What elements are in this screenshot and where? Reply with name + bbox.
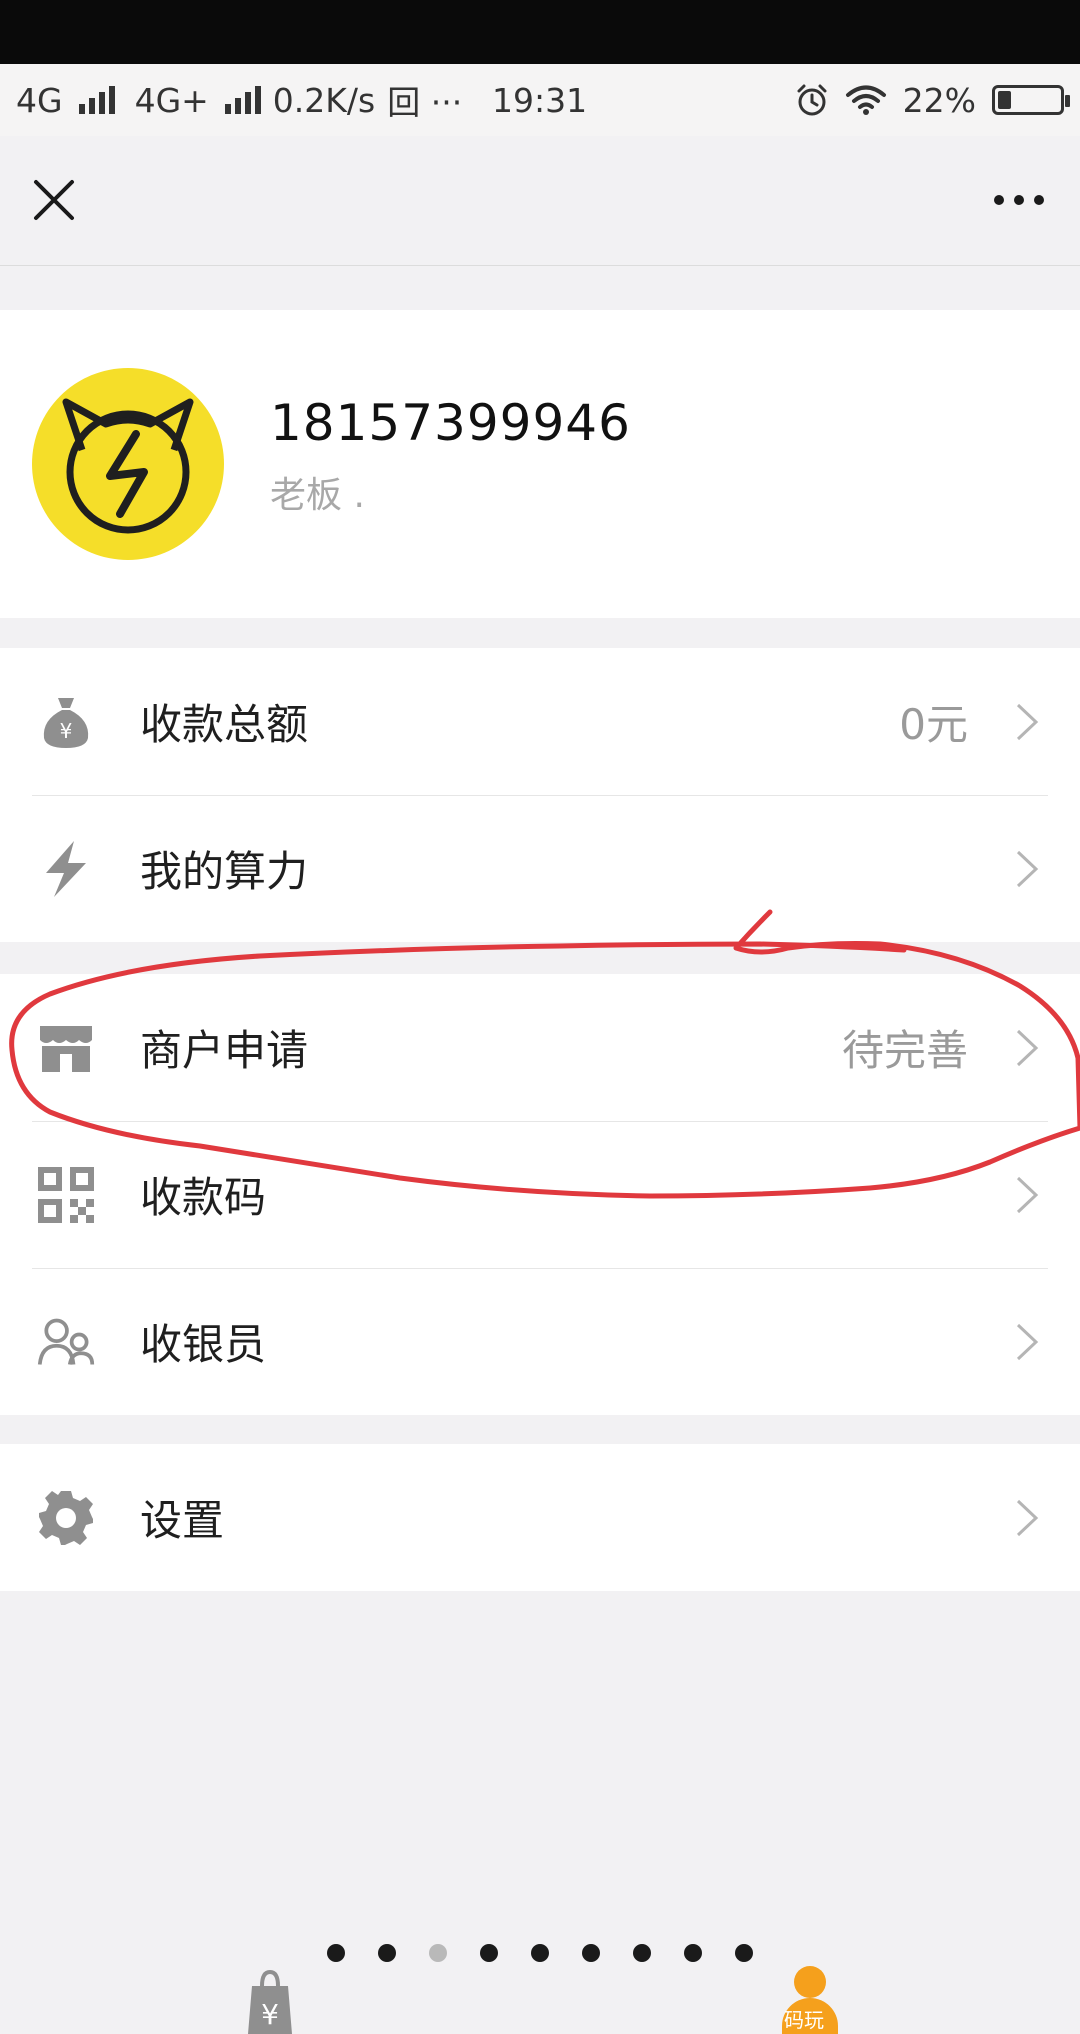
menu-label: 商户申请 xyxy=(140,1026,309,1075)
menu-label: 设置 xyxy=(140,1496,225,1545)
profile-icon-head xyxy=(794,1966,826,1998)
notification-icons: 回 ··· xyxy=(387,83,463,122)
chevron-right-icon xyxy=(1016,1176,1039,1214)
svg-text:¥: ¥ xyxy=(261,1998,279,2031)
network-2: 4G+ xyxy=(134,80,209,120)
shop-icon xyxy=(36,1018,96,1078)
menu-group-finance: ¥ 收款总额 0元 我的算力 xyxy=(0,648,1080,942)
clock: 19:31 xyxy=(492,80,588,120)
tab-payment-icon[interactable]: ¥ xyxy=(244,1968,296,2034)
menu-item-cashiers[interactable]: 收银员 xyxy=(0,1268,1080,1415)
wifi-icon xyxy=(845,85,886,115)
nav-bar xyxy=(0,136,1080,266)
user-phone: 18157399946 xyxy=(270,394,631,452)
page-indicator xyxy=(0,1944,1080,1974)
menu-group-merchant: 商户申请 待完善 收款码 收银员 xyxy=(0,974,1080,1415)
menu-item-total-receipts[interactable]: ¥ 收款总额 0元 xyxy=(0,648,1080,795)
menu-value: 0元 xyxy=(899,700,968,749)
more-icon-dot xyxy=(994,195,1004,205)
menu-item-payment-code[interactable]: 收款码 xyxy=(0,1121,1080,1268)
chevron-right-icon xyxy=(1016,703,1039,741)
menu-label: 收款码 xyxy=(140,1173,267,1222)
user-role: 老板 . xyxy=(270,475,365,516)
menu-group-settings: 设置 xyxy=(0,1444,1080,1591)
signal-icon xyxy=(78,86,115,114)
cashier-icon xyxy=(36,1312,96,1372)
avatar[interactable] xyxy=(32,368,224,560)
page-dot xyxy=(684,1944,702,1962)
tab-profile-label: 码玩 xyxy=(784,2008,824,2032)
more-icon-dot xyxy=(1014,195,1024,205)
chevron-right-icon xyxy=(1016,850,1039,888)
battery-percent: 22% xyxy=(902,80,976,120)
page-dot xyxy=(531,1944,549,1962)
gear-icon xyxy=(36,1488,96,1548)
cat-lightning-logo-icon xyxy=(62,398,194,534)
signal-icon xyxy=(224,86,261,114)
page-dot xyxy=(429,1944,447,1962)
page-dot xyxy=(378,1944,396,1962)
menu-label: 我的算力 xyxy=(140,847,309,896)
svg-text:¥: ¥ xyxy=(60,719,73,743)
top-black-bar xyxy=(0,0,1080,64)
chevron-right-icon xyxy=(1016,1499,1039,1537)
qr-code-icon xyxy=(36,1165,96,1225)
close-button[interactable] xyxy=(28,174,80,226)
alarm-icon xyxy=(797,84,827,116)
chevron-right-icon xyxy=(1016,1029,1039,1067)
menu-label: 收银员 xyxy=(140,1320,267,1369)
battery-icon xyxy=(992,85,1070,115)
menu-value: 待完善 xyxy=(841,1026,968,1075)
tab-profile[interactable]: 码玩 xyxy=(780,1964,840,2034)
page-dot xyxy=(735,1944,753,1962)
page-dot xyxy=(327,1944,345,1962)
close-icon xyxy=(34,180,74,220)
menu-item-settings[interactable]: 设置 xyxy=(0,1444,1080,1591)
menu-item-merchant-application[interactable]: 商户申请 待完善 xyxy=(0,974,1080,1121)
page-dot xyxy=(633,1944,651,1962)
status-bar: 4G 4G+ 0.2K/s 回 ··· 19:31 22% xyxy=(0,64,1080,136)
profile-card: 18157399946 老板 . xyxy=(0,310,1080,618)
page-dot xyxy=(582,1944,600,1962)
page-dot xyxy=(480,1944,498,1962)
network-speed: 0.2K/s xyxy=(272,80,376,120)
chevron-right-icon xyxy=(1016,1323,1039,1361)
menu-label: 收款总额 xyxy=(140,700,309,749)
lightning-icon xyxy=(36,839,96,899)
money-bag-icon: ¥ xyxy=(36,692,96,752)
more-button[interactable] xyxy=(984,184,1054,216)
menu-item-my-hashpower[interactable]: 我的算力 xyxy=(0,795,1080,942)
network-1: 4G xyxy=(16,80,63,120)
more-icon-dot xyxy=(1034,195,1044,205)
